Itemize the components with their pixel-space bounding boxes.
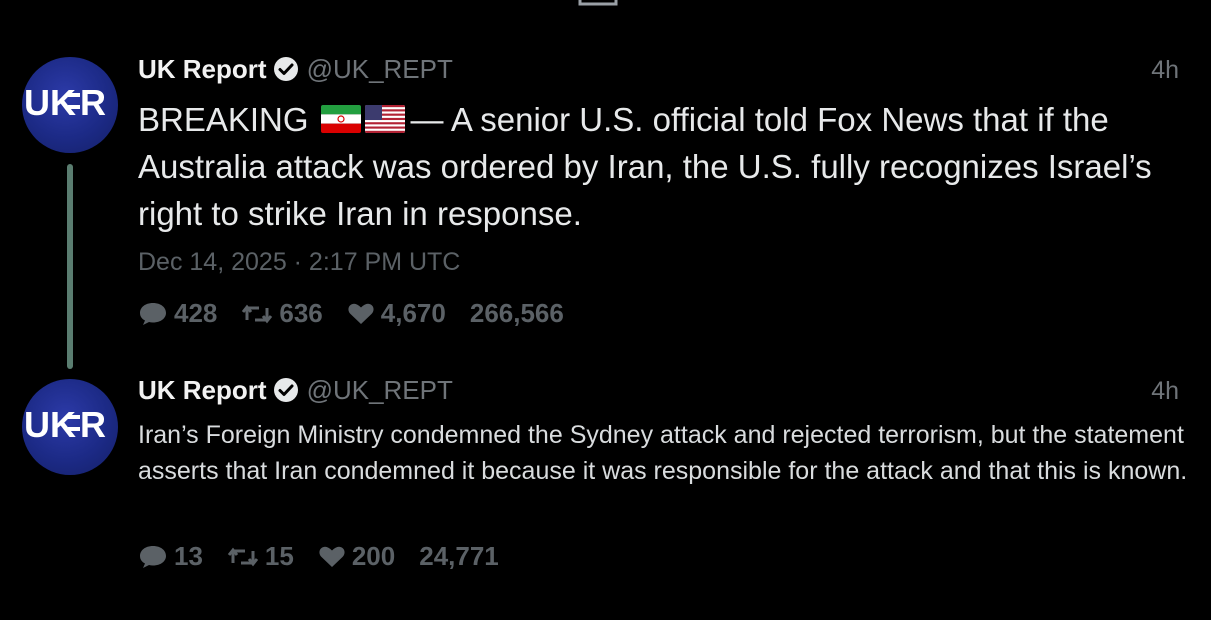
- retweet-button[interactable]: 15: [227, 541, 294, 572]
- tweet-text: Iran’s Foreign Ministry condemned the Sy…: [138, 421, 1188, 485]
- thread-connector-line: [67, 164, 73, 369]
- svg-text:UK: UK: [24, 82, 76, 123]
- retweet-icon: [227, 547, 259, 566]
- tweet-time[interactable]: 4h: [1151, 377, 1179, 406]
- view-count-stat[interactable]: 266,566: [470, 298, 564, 329]
- tweet-time[interactable]: 4h: [1151, 56, 1179, 85]
- svg-text:R: R: [80, 404, 106, 445]
- like-icon: [348, 303, 374, 324]
- svg-text:UK: UK: [24, 404, 76, 445]
- tweet-stats: 13 15 200 24,771: [138, 541, 523, 572]
- retweet-icon: [242, 304, 273, 323]
- like-count: 200: [351, 541, 396, 571]
- partial-top-icon: [578, 0, 618, 6]
- like-icon: [319, 546, 345, 567]
- tweet-text: BREAKING — A senior U.S. official told F…: [138, 96, 1188, 237]
- author-name[interactable]: UK Report: [138, 54, 267, 85]
- reply-count: 428: [174, 298, 218, 328]
- retweet-button[interactable]: 636: [241, 298, 323, 329]
- like-count: 4,670: [380, 298, 446, 328]
- author-handle[interactable]: @UK_REPT: [307, 54, 453, 85]
- tweet-stats: 428 636 4,670 266,566: [138, 298, 588, 329]
- flags: [320, 101, 405, 138]
- thread-view: UK R UK Report @UK_REPT 4h BREAKING — A …: [0, 0, 1211, 620]
- us-flag-icon: [364, 105, 405, 134]
- view-count-stat[interactable]: 24,771: [419, 541, 499, 572]
- ukr-logo-icon: UK R: [24, 404, 106, 445]
- author-handle[interactable]: @UK_REPT: [307, 375, 453, 406]
- ukr-logo-icon: UK R: [24, 82, 106, 123]
- verified-icon: [273, 57, 298, 81]
- reply-icon: [140, 545, 166, 568]
- avatar[interactable]: UK R: [22, 57, 118, 153]
- svg-text:R: R: [80, 82, 106, 123]
- retweet-count: 15: [264, 541, 294, 571]
- tweet-text-breaking: BREAKING: [138, 101, 309, 138]
- reply-button[interactable]: 428: [138, 298, 217, 329]
- reply-icon: [140, 302, 166, 325]
- view-count: 266,566: [469, 298, 564, 328]
- reply-button[interactable]: 13: [138, 541, 203, 572]
- author-name[interactable]: UK Report: [138, 375, 267, 406]
- reply-count: 13: [174, 541, 203, 571]
- retweet-count: 636: [279, 298, 323, 328]
- view-count: 24,771: [419, 541, 499, 571]
- like-button[interactable]: 200: [318, 541, 395, 572]
- tweet-date[interactable]: Dec 14, 2025 · 2:17 PM UTC: [138, 248, 460, 277]
- like-button[interactable]: 4,670: [347, 298, 446, 329]
- tweet-header: UK Report @UK_REPT: [138, 53, 453, 85]
- avatar[interactable]: UK R: [22, 379, 118, 475]
- iran-flag-icon: [320, 105, 361, 134]
- verified-icon: [273, 378, 298, 402]
- tweet-header: UK Report @UK_REPT: [138, 374, 453, 406]
